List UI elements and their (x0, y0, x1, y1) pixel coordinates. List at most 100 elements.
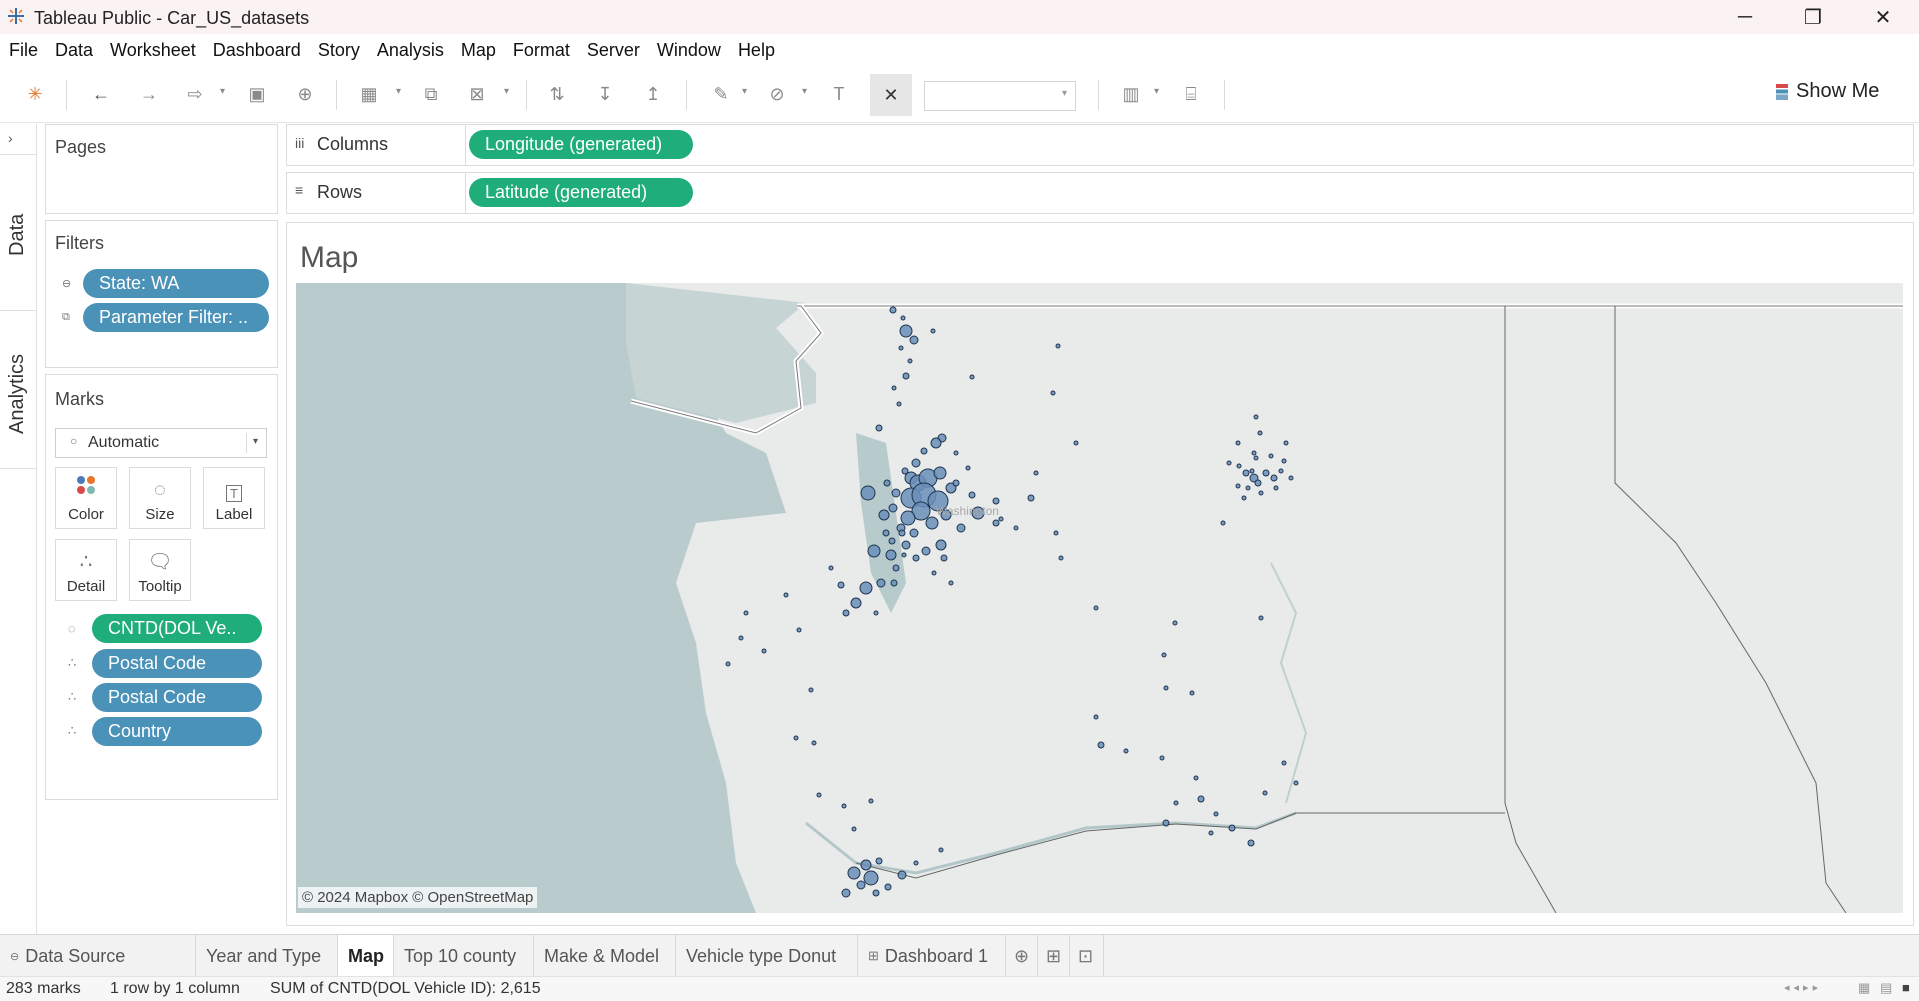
sort-descending-icon[interactable]: ↥ (638, 80, 668, 108)
menu-file[interactable]: File (0, 40, 46, 61)
tab-make-and-model[interactable]: Make & Model (534, 935, 676, 977)
new-dashboard-icon[interactable]: ⊞ (1038, 935, 1070, 977)
marks-pill-cntd[interactable]: CNTD(DOL Ve.. (92, 614, 262, 643)
map-mark[interactable] (1268, 453, 1274, 459)
map-mark[interactable] (783, 592, 789, 598)
map-mark[interactable] (1197, 795, 1205, 803)
map-mark[interactable] (876, 578, 886, 588)
map-mark[interactable] (896, 401, 902, 407)
map-mark[interactable] (1247, 839, 1255, 847)
marks-pill-country[interactable]: Country (92, 717, 262, 746)
map-mark[interactable] (901, 467, 909, 475)
map-mark[interactable] (1172, 620, 1178, 626)
map-mark[interactable] (891, 488, 901, 498)
map-mark[interactable] (900, 510, 916, 526)
map-mark[interactable] (930, 437, 942, 449)
map-mark[interactable] (1073, 440, 1079, 446)
map-mark[interactable] (965, 465, 971, 471)
map-mark[interactable] (875, 424, 883, 432)
map-mark[interactable] (931, 570, 937, 576)
tab-dashboard-1[interactable]: ⊞ Dashboard 1 (858, 935, 1006, 977)
map-mark[interactable] (1162, 819, 1170, 827)
menu-map[interactable]: Map (452, 40, 504, 61)
map-mark[interactable] (1189, 690, 1195, 696)
marks-pill-postal-code[interactable]: Postal Code (92, 649, 262, 678)
clear-sheet-icon[interactable]: ⊠ (462, 80, 492, 108)
new-sheet-dropdown-icon[interactable]: ▾ (396, 86, 401, 97)
map-mark[interactable] (901, 552, 907, 558)
replay-dropdown-icon[interactable]: ▾ (220, 86, 225, 97)
map-mark[interactable] (873, 610, 879, 616)
map-mark[interactable] (888, 503, 898, 513)
map-mark[interactable] (1251, 450, 1257, 456)
map-mark[interactable] (1270, 474, 1278, 482)
redo-icon[interactable]: → (134, 80, 164, 108)
minimize-button[interactable]: ─ (1712, 0, 1778, 34)
map-mark[interactable] (909, 528, 919, 538)
map-mark[interactable] (899, 324, 913, 338)
map-mark[interactable] (859, 581, 873, 595)
label-card[interactable]: T Label (203, 467, 265, 529)
map-mark[interactable] (920, 447, 928, 455)
tableau-home-icon[interactable]: ✳ (20, 80, 50, 108)
map-mark[interactable] (1236, 463, 1242, 469)
presentation-mode-icon[interactable]: ⌸ (1176, 80, 1206, 108)
map-mark[interactable] (992, 519, 1000, 527)
map-mark[interactable] (1123, 748, 1129, 754)
map-mark[interactable] (882, 529, 890, 537)
map-mark[interactable] (738, 635, 744, 641)
map-mark[interactable] (911, 458, 921, 468)
save-icon[interactable]: ▣ (242, 80, 272, 108)
menu-help[interactable]: Help (729, 40, 783, 61)
map-mark[interactable] (892, 564, 900, 572)
map-mark[interactable] (1055, 343, 1061, 349)
map-mark[interactable] (793, 735, 799, 741)
map-mark[interactable] (1254, 479, 1262, 487)
map-mark[interactable] (868, 798, 874, 804)
map-mark[interactable] (808, 687, 814, 693)
map-mark[interactable] (1278, 468, 1284, 474)
size-card[interactable]: ◌ Size (129, 467, 191, 529)
map-mark[interactable] (952, 479, 960, 487)
map-mark[interactable] (1013, 525, 1019, 531)
map-mark[interactable] (872, 889, 880, 897)
analytics-tab[interactable]: Analytics (6, 354, 29, 434)
menu-window[interactable]: Window (648, 40, 729, 61)
data-source-tab[interactable]: ⊖ Data Source (0, 935, 196, 977)
map-mark[interactable] (761, 648, 767, 654)
map-mark[interactable] (1253, 455, 1259, 461)
map-mark[interactable] (1253, 414, 1259, 420)
tab-top-10-county[interactable]: Top 10 county (394, 935, 534, 977)
map-mark[interactable] (796, 627, 802, 633)
map-mark[interactable] (851, 826, 857, 832)
map-mark[interactable] (913, 860, 919, 866)
sort-ascending-icon[interactable]: ↧ (590, 80, 620, 108)
tab-year-and-type[interactable]: Year and Type (196, 935, 338, 977)
tab-vehicle-type-donut[interactable]: Vehicle type Donut (676, 935, 858, 977)
columns-pill-longitude[interactable]: Longitude (generated) (469, 130, 693, 159)
map-mark[interactable] (921, 546, 931, 556)
map-mark[interactable] (912, 554, 920, 562)
map-mark[interactable] (850, 597, 862, 609)
fit-dropdown[interactable]: ▾ (924, 81, 1076, 111)
group-members-icon[interactable]: ⊘ (762, 80, 792, 108)
map-mark[interactable] (969, 374, 975, 380)
map-mark[interactable] (1258, 490, 1264, 496)
map-mark[interactable] (863, 870, 879, 886)
map-mark[interactable] (1193, 775, 1199, 781)
map-mark[interactable] (885, 549, 897, 561)
map-mark[interactable] (841, 803, 847, 809)
map-mark[interactable] (1235, 483, 1241, 489)
map-mark[interactable] (925, 516, 939, 530)
map-mark[interactable] (860, 859, 872, 871)
map-mark[interactable] (1235, 440, 1241, 446)
map-mark[interactable] (1281, 760, 1287, 766)
map-mark[interactable] (828, 565, 834, 571)
mark-type-select[interactable]: ○ Automatic ▾ (55, 428, 267, 458)
map-mark[interactable] (847, 866, 861, 880)
map-mark[interactable] (998, 516, 1004, 522)
map-mark[interactable] (860, 485, 876, 501)
map-mark[interactable] (968, 491, 976, 499)
expand-panel-icon[interactable]: › (8, 130, 13, 146)
map-mark[interactable] (1027, 494, 1035, 502)
